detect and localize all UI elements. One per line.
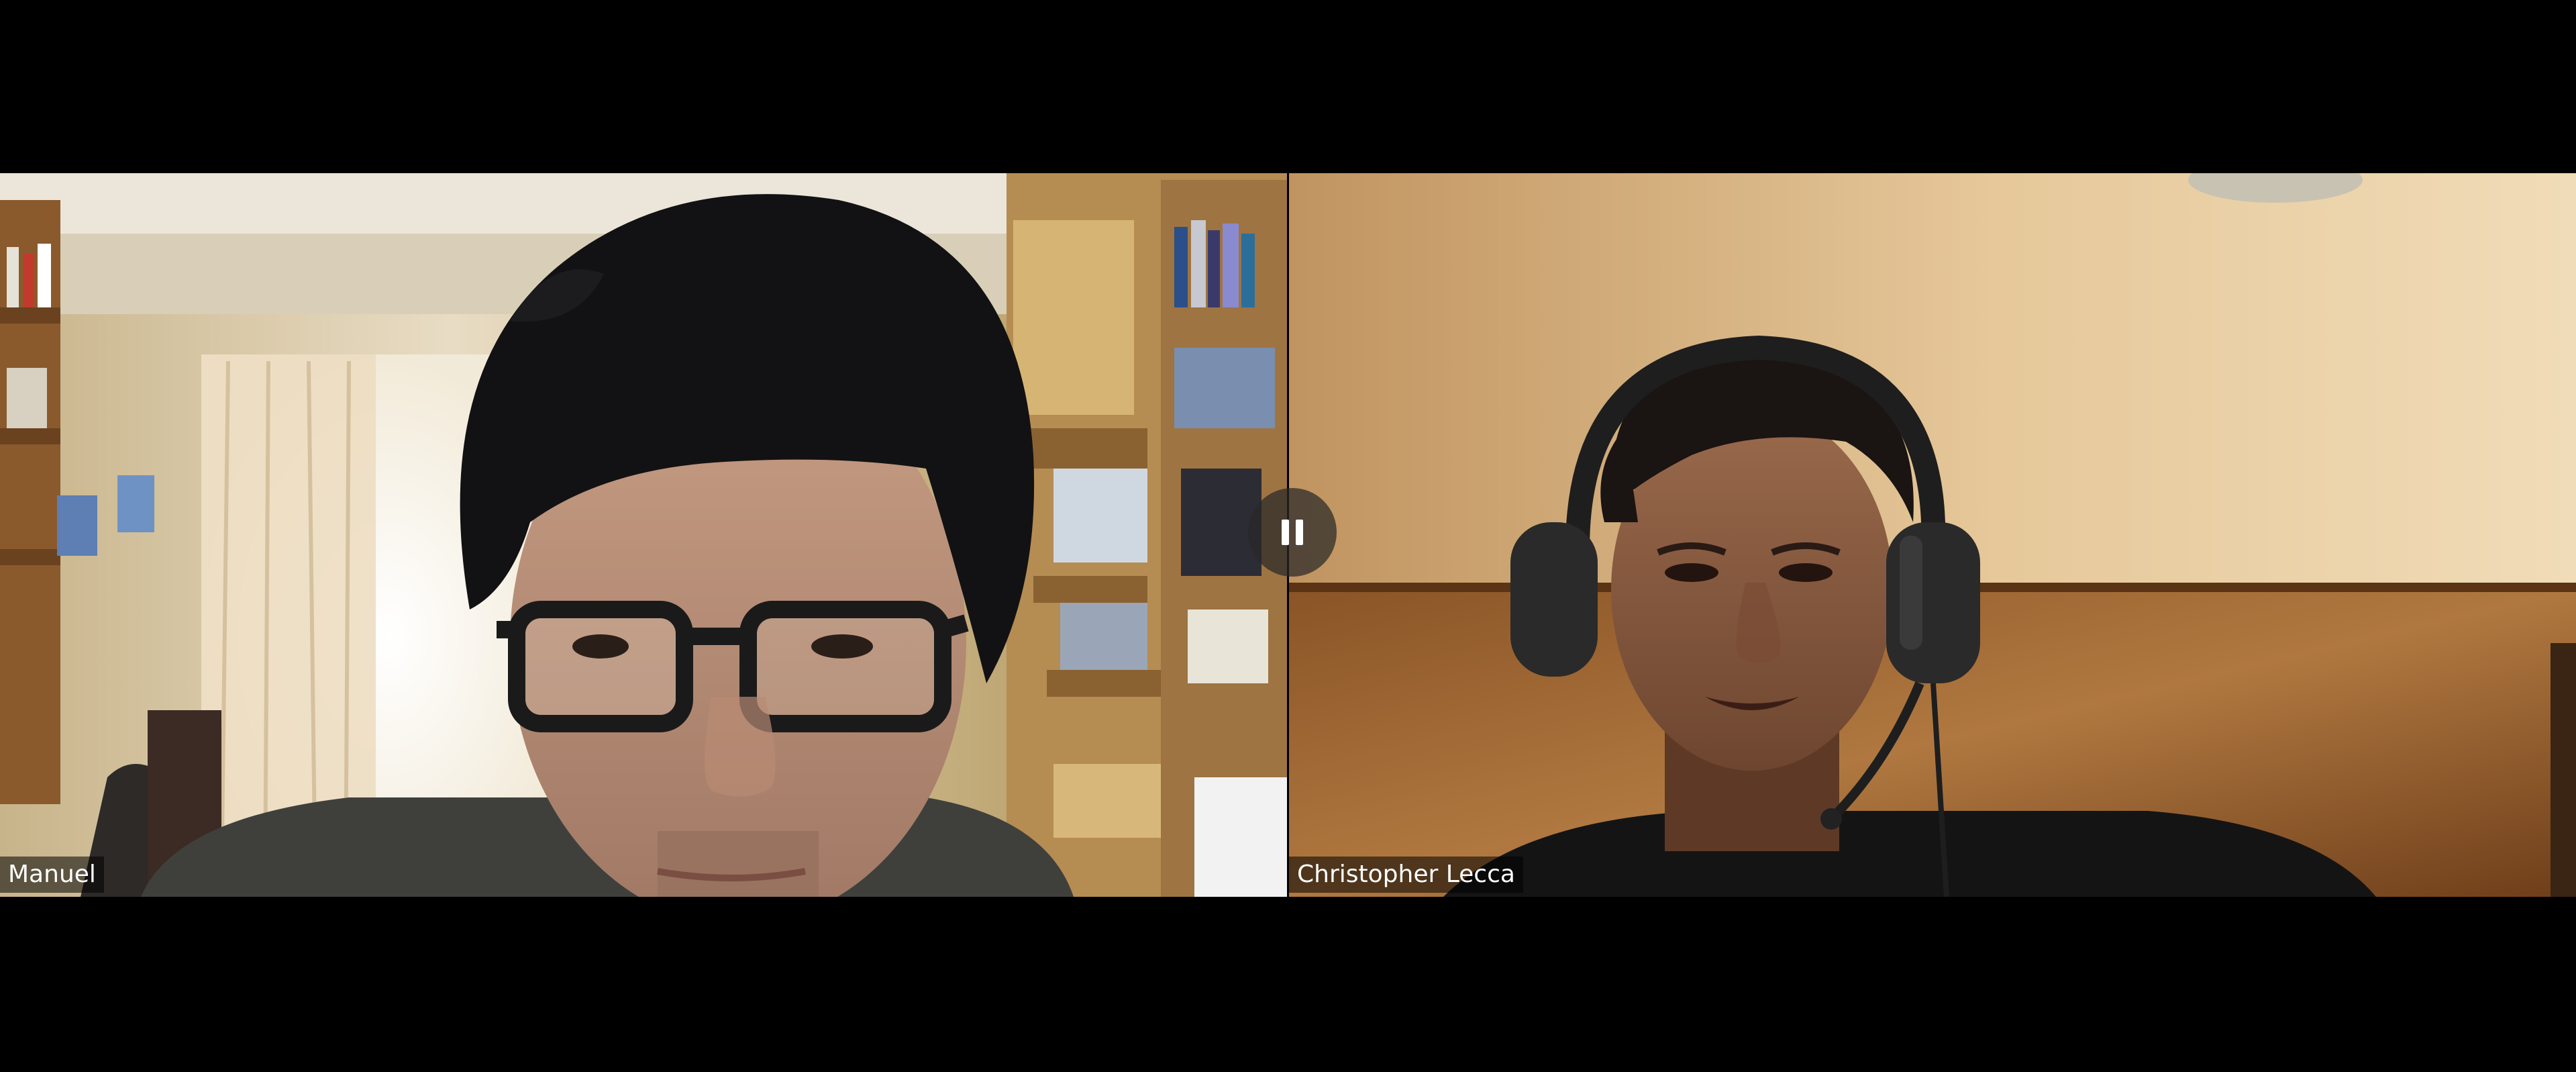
participant-name-label: Manuel [0,857,104,893]
video-feed [1289,173,2576,897]
participant-tile-manuel[interactable]: Manuel [0,173,1287,897]
participant-tile-christopher-lecca[interactable]: Christopher Lecca [1289,173,2576,897]
video-feed [0,173,1287,897]
participant-name-label: Christopher Lecca [1289,857,1523,893]
pause-video-button[interactable] [1248,488,1337,577]
pause-icon [1282,520,1303,545]
video-gallery: Manuel Christopher Lecca [0,0,2576,1072]
